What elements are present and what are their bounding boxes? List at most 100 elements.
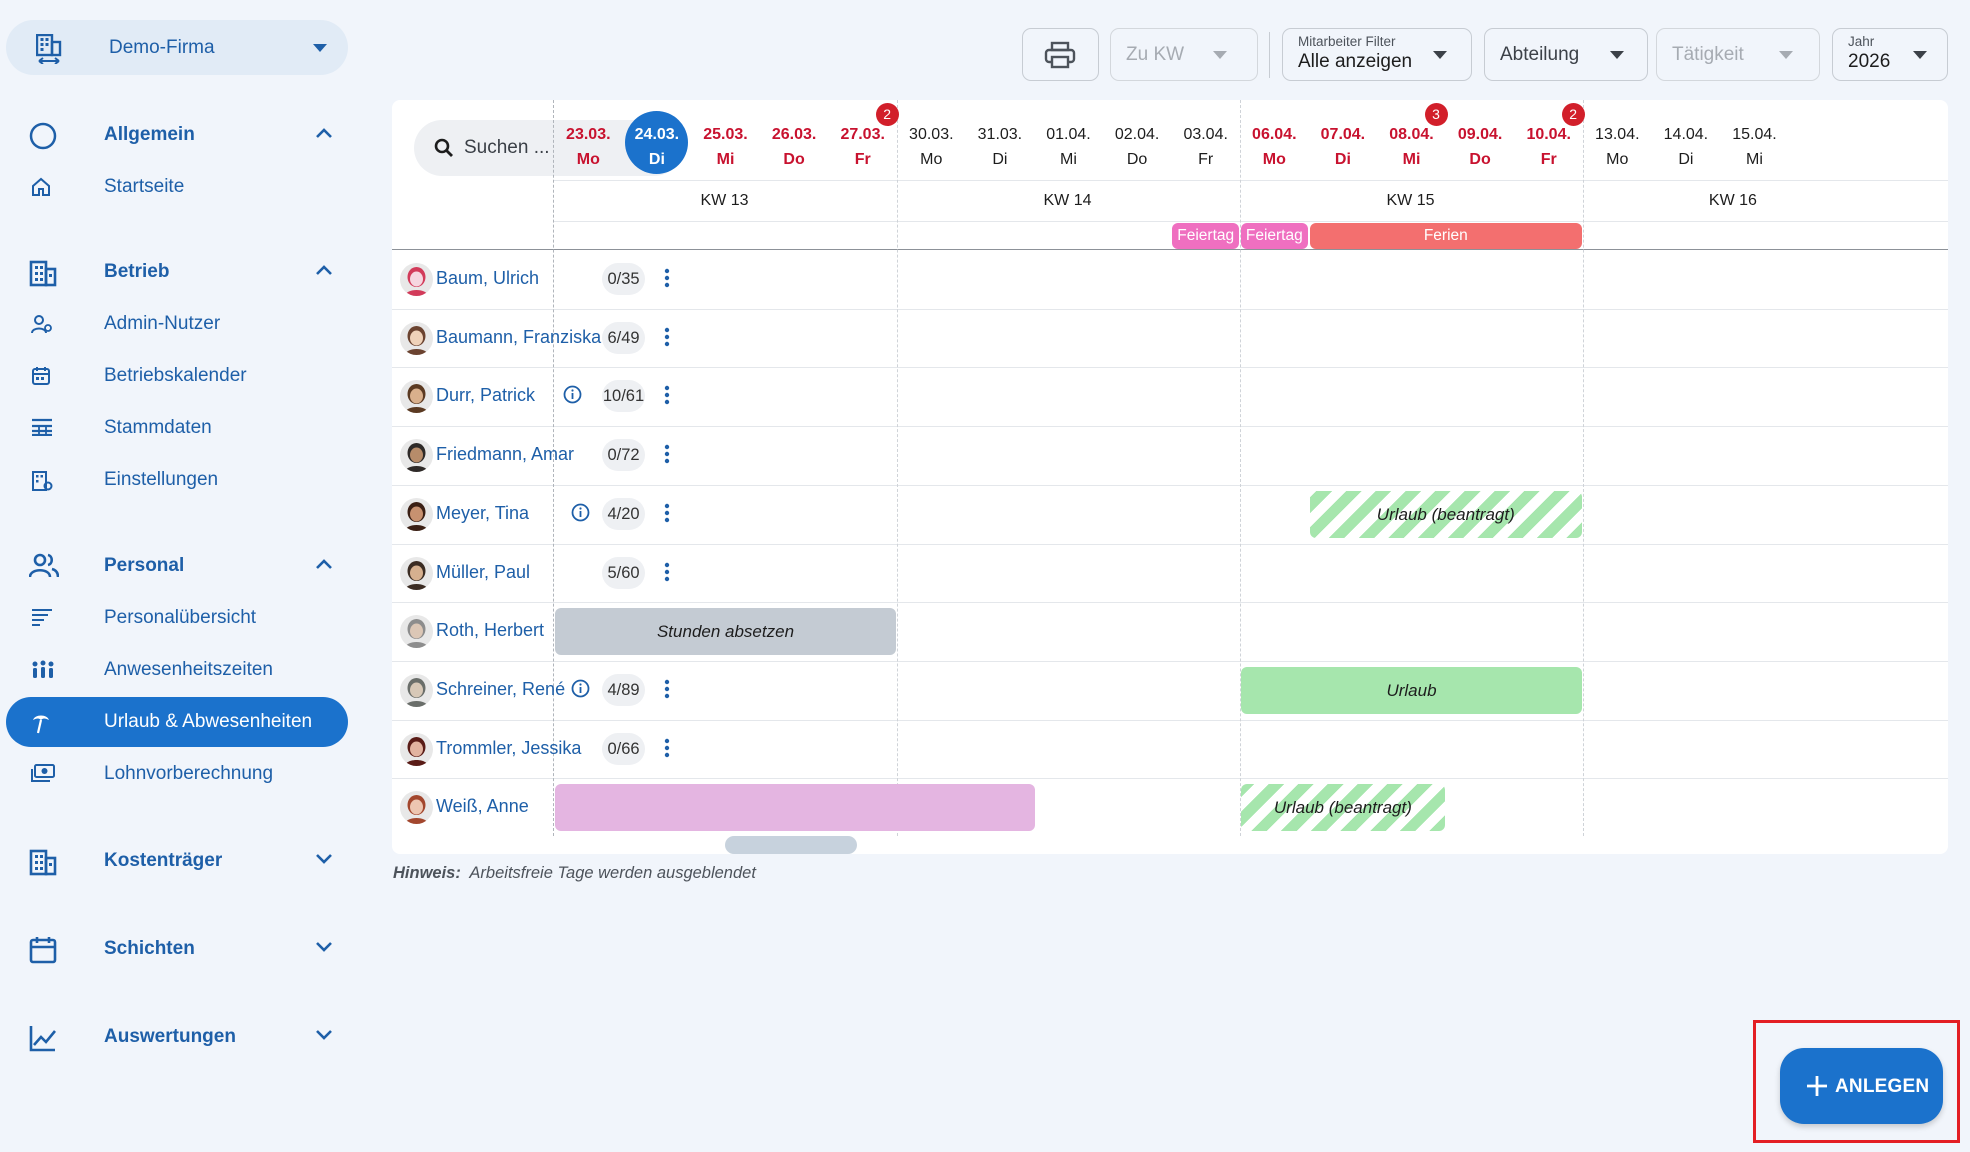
date-column-header[interactable]: 27.03. Fr: [830, 122, 896, 172]
date-column-header[interactable]: 06.04. Mo: [1241, 122, 1307, 172]
info-icon[interactable]: [571, 503, 590, 522]
ferien-bar[interactable]: Ferien: [1309, 223, 1582, 249]
avatar: [400, 497, 433, 531]
jahr-value: 2026: [1848, 51, 1891, 72]
employee-name[interactable]: Müller, Paul: [436, 562, 530, 583]
weekday-label: Mi: [1402, 151, 1421, 168]
sidebar-item-betriebskalender[interactable]: Betriebskalender: [6, 351, 348, 401]
chevron-up-icon: [315, 558, 333, 570]
list-filter-icon: [31, 608, 53, 626]
anlegen-label: ANLEGEN: [1835, 1076, 1930, 1097]
taetigkeit-select[interactable]: Tätigkeit: [1656, 28, 1820, 81]
nav-group-schichten[interactable]: Schichten: [0, 924, 360, 974]
vacation-count-badge: 4/20: [602, 497, 645, 530]
info-icon[interactable]: [571, 679, 590, 698]
sidebar-item-lohnvorberechnung[interactable]: Lohnvorberechnung: [6, 749, 348, 799]
sidebar-item-anwesenheitszeiten[interactable]: Anwesenheitszeiten: [6, 645, 348, 695]
print-button[interactable]: [1022, 28, 1099, 81]
employee-name[interactable]: Baum, Ulrich: [436, 268, 539, 289]
employee-name[interactable]: Meyer, Tina: [436, 503, 529, 524]
date-column-header[interactable]: 02.04. Do: [1104, 122, 1170, 172]
jahr-label: Jahr: [1848, 34, 1875, 49]
date-label: 13.04.: [1595, 126, 1640, 143]
anlegen-button[interactable]: ANLEGEN: [1780, 1048, 1943, 1124]
more-vert-icon[interactable]: [664, 268, 670, 288]
employee-name[interactable]: Trommler, Jessika: [436, 738, 581, 759]
mitarbeiter-filter-value: Alle anzeigen: [1298, 51, 1413, 72]
avatar: [400, 439, 433, 473]
nav-group-betrieb[interactable]: Betrieb: [0, 247, 360, 297]
date-column-header[interactable]: 15.04. Mi: [1722, 122, 1788, 172]
date-column-header[interactable]: 23.03. Mo: [555, 122, 621, 172]
admin-user-icon: [31, 314, 53, 334]
feiertag-bar[interactable]: Feiertag: [1241, 223, 1308, 249]
absence-event[interactable]: Urlaub (beantragt): [1309, 490, 1582, 538]
employee-row: Baumann, Franziska 6/49: [392, 309, 692, 367]
date-column-header[interactable]: 13.04. Mo: [1584, 122, 1650, 172]
caret-down-icon: [1913, 51, 1927, 59]
weekday-label: Di: [1678, 151, 1694, 168]
date-column-header[interactable]: 30.03. Mo: [898, 122, 964, 172]
employee-name[interactable]: Schreiner, René: [436, 679, 565, 700]
nav-group-allgemein[interactable]: Allgemein: [0, 110, 360, 160]
date-column-header[interactable]: 24.03. Di: [624, 122, 690, 172]
sidebar-item-label: Startseite: [104, 176, 185, 197]
date-column-header[interactable]: 25.03. Mi: [693, 122, 759, 172]
more-vert-icon[interactable]: [664, 385, 670, 405]
week-row-divider: [554, 221, 1948, 222]
weekday-label: Mi: [1746, 151, 1763, 168]
more-vert-icon[interactable]: [664, 738, 670, 758]
date-column-header[interactable]: 09.04. Do: [1447, 122, 1513, 172]
zu-kw-select[interactable]: Zu KW: [1110, 28, 1258, 81]
info-icon[interactable]: [563, 385, 582, 404]
more-vert-icon[interactable]: [664, 562, 670, 582]
company-selector[interactable]: Demo-Firma: [6, 20, 348, 75]
absence-event[interactable]: Stunden absetzen: [555, 608, 896, 656]
employee-row: Durr, Patrick 10/61: [392, 367, 692, 425]
table-icon: [31, 418, 53, 436]
date-label: 06.04.: [1252, 126, 1297, 143]
circle-icon: [29, 122, 57, 150]
sidebar-item-stammdaten[interactable]: Stammdaten: [6, 403, 348, 453]
mitarbeiter-filter-label: Mitarbeiter Filter: [1298, 34, 1396, 49]
date-column-header[interactable]: 08.04. Mi: [1379, 122, 1445, 172]
more-vert-icon[interactable]: [664, 444, 670, 464]
sidebar-item-label: Anwesenheitszeiten: [104, 659, 273, 680]
date-label: 14.04.: [1663, 126, 1709, 143]
sidebar-item-einstellungen[interactable]: Einstellungen: [6, 455, 348, 505]
abteilung-select[interactable]: Abteilung: [1484, 28, 1648, 81]
more-vert-icon[interactable]: [664, 503, 670, 523]
chevron-down-icon: [315, 941, 333, 953]
absence-event[interactable]: [555, 784, 1035, 832]
date-column-header[interactable]: 31.03. Di: [967, 122, 1033, 172]
jahr-select[interactable]: Jahr 2026: [1832, 28, 1948, 81]
horizontal-scrollbar[interactable]: [725, 836, 857, 854]
date-column-header[interactable]: 01.04. Mi: [1036, 122, 1102, 172]
date-label: 01.04.: [1046, 126, 1091, 143]
date-column-header[interactable]: 26.03. Do: [761, 122, 827, 172]
sidebar-item-label: Urlaub & Abwesenheiten: [104, 711, 313, 732]
date-column-header[interactable]: 10.04. Fr: [1516, 122, 1582, 172]
date-column-header[interactable]: 03.04. Fr: [1173, 122, 1239, 172]
employee-name[interactable]: Baumann, Franziska: [436, 327, 601, 348]
date-column-header[interactable]: 14.04. Di: [1653, 122, 1719, 172]
employee-name[interactable]: Weiß, Anne: [436, 796, 529, 817]
date-column-header[interactable]: 07.04. Di: [1310, 122, 1376, 172]
nav-group-kostentraeger[interactable]: Kostenträger: [0, 836, 360, 886]
more-vert-icon[interactable]: [664, 327, 670, 347]
employee-name[interactable]: Roth, Herbert: [436, 620, 544, 641]
mitarbeiter-filter-select[interactable]: Mitarbeiter Filter Alle anzeigen: [1282, 28, 1472, 81]
nav-group-auswertungen[interactable]: Auswertungen: [0, 1012, 360, 1062]
employee-name[interactable]: Friedmann, Amar: [436, 444, 574, 465]
sidebar-item-startseite[interactable]: Startseite: [6, 162, 348, 212]
more-vert-icon[interactable]: [664, 679, 670, 699]
chevron-down-icon: [315, 853, 333, 865]
sidebar-item-admin-nutzer[interactable]: Admin-Nutzer: [6, 299, 348, 349]
nav-group-personal[interactable]: Personal: [0, 541, 360, 591]
absence-event[interactable]: Urlaub (beantragt): [1241, 784, 1445, 832]
absence-event[interactable]: Urlaub: [1241, 666, 1582, 714]
employee-name[interactable]: Durr, Patrick: [436, 385, 535, 406]
sidebar-item-urlaub-abwesenheiten[interactable]: Urlaub & Abwesenheiten: [6, 697, 348, 747]
sidebar-item-personaluebersicht[interactable]: Personalübersicht: [6, 593, 348, 643]
feiertag-bar[interactable]: Feiertag: [1172, 223, 1239, 249]
